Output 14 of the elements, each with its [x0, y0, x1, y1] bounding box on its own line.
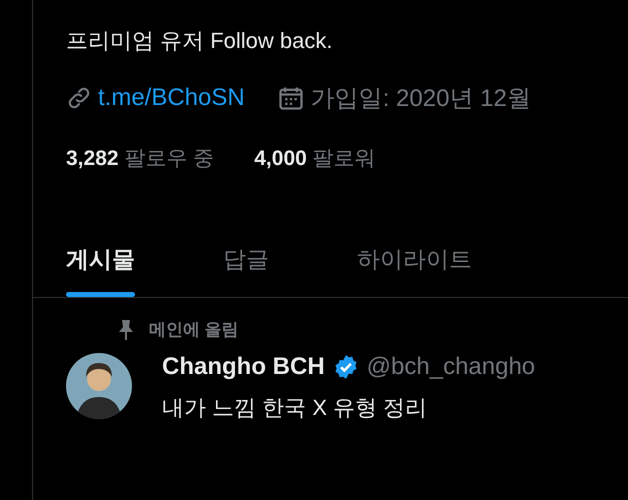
follow-count-link[interactable]: 3,282 팔로우 중 — [66, 144, 214, 172]
profile-link[interactable]: t.me/BChoSN — [98, 84, 245, 112]
profile-tab[interactable]: 하이라이트 — [357, 234, 472, 297]
profile-bio: 프리미엄 유저 Follow back. — [66, 27, 334, 55]
pin-icon — [117, 318, 135, 340]
profile-tab[interactable]: 답글 — [223, 234, 269, 297]
profile-tab[interactable]: 게시물 — [66, 234, 135, 297]
join-date: 가입일: 2020년 12월 — [310, 84, 531, 114]
author-name[interactable]: Changho BCH — [162, 353, 325, 381]
link-icon — [66, 85, 92, 111]
author-handle: @bch_changho — [366, 353, 536, 381]
follow-count-link[interactable]: 4,000 팔로워 — [254, 144, 376, 172]
pinned-label: 메인에 올림 — [149, 319, 239, 341]
post-text: 내가 느낌 한국 X 유형 정리 — [162, 394, 428, 422]
